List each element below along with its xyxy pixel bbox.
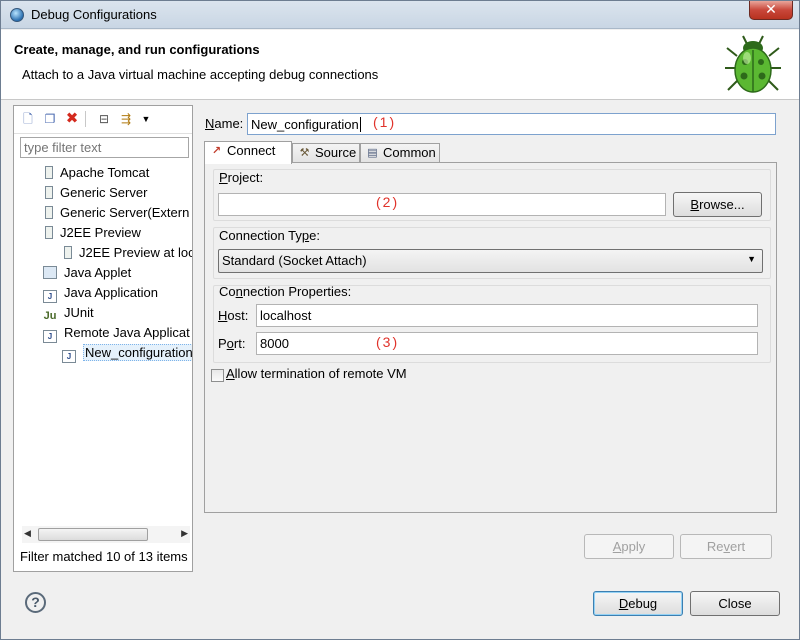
tree-item-junit[interactable]: Ju JUnit: [43, 303, 94, 323]
annotation-3: (3): [376, 334, 400, 350]
server-icon: [45, 226, 53, 239]
tree-item-j2ee-preview-at-localhost[interactable]: J2EE Preview at loc: [64, 243, 192, 263]
tree-item-generic-server[interactable]: Generic Server: [45, 183, 147, 203]
connect-tab-content: Project: (2) Browse... Connection Type: …: [204, 162, 777, 513]
tree-item-java-applet[interactable]: Java Applet: [43, 263, 131, 283]
server-icon: [45, 186, 53, 199]
configurations-panel: 🗋 ❐ ✖ ⊟ ⇶ ▼ Apache Tomcat Generic Server…: [13, 105, 193, 572]
bug-icon: [725, 35, 781, 93]
common-icon: ▤: [367, 147, 378, 159]
name-input[interactable]: New_configuration: [247, 113, 776, 135]
allow-termination-label: Allow termination of remote VM: [226, 366, 407, 381]
delete-icon[interactable]: ✖: [64, 111, 80, 127]
allow-termination-checkbox[interactable]: [211, 369, 224, 382]
header-subtitle: Attach to a Java virtual machine accepti…: [22, 67, 379, 82]
server-icon: [45, 166, 53, 179]
tab-bar: ↗ Connect ⚒ Source ▤ Common: [204, 141, 777, 164]
tree-item-apache-tomcat[interactable]: Apache Tomcat: [45, 163, 149, 183]
filter-input[interactable]: [20, 137, 189, 158]
header-title: Create, manage, and run configurations: [14, 42, 260, 57]
tree-item-java-application[interactable]: J Java Application: [43, 283, 158, 303]
new-launch-configuration-icon[interactable]: 🗋: [20, 111, 36, 127]
project-input[interactable]: [218, 193, 666, 216]
dialog-header: Create, manage, and run configurations A…: [1, 30, 799, 100]
apply-button[interactable]: Apply: [584, 534, 674, 559]
tab-source[interactable]: ⚒ Source: [292, 143, 360, 163]
connection-properties-label: Connection Properties:: [219, 284, 352, 299]
connect-icon: ↗: [211, 145, 222, 157]
browse-button[interactable]: Browse...: [673, 192, 762, 217]
configurations-toolbar: 🗋 ❐ ✖ ⊟ ⇶ ▼: [14, 106, 192, 134]
title-bar: Debug Configurations ✕: [1, 1, 799, 29]
port-label: Port:: [218, 336, 246, 351]
applet-icon: [43, 266, 57, 279]
project-label: Project:: [219, 170, 264, 185]
view-menu-icon[interactable]: ▼: [138, 111, 154, 127]
tab-common[interactable]: ▤ Common: [360, 143, 440, 163]
scroll-right-icon[interactable]: ▶: [181, 528, 188, 539]
window-title: Debug Configurations: [31, 7, 157, 22]
remote-config-icon: J: [62, 350, 76, 363]
tree-item-new-configuration[interactable]: J New_configuration: [62, 343, 192, 363]
window-close-button[interactable]: ✕: [749, 1, 793, 20]
eclipse-icon: [10, 8, 24, 22]
host-label: Host:: [218, 308, 249, 323]
debug-configurations-window: Debug Configurations ✕ Create, manage, a…: [0, 0, 800, 640]
configurations-tree: Apache Tomcat Generic Server Generic Ser…: [14, 163, 192, 523]
help-icon[interactable]: ?: [25, 592, 46, 613]
annotation-2: (2): [376, 194, 400, 210]
tree-item-j2ee-preview[interactable]: J2EE Preview: [45, 223, 141, 243]
close-button[interactable]: Close: [690, 591, 780, 616]
java-app-icon: J: [43, 290, 57, 303]
connection-type-label: Connection Type:: [219, 228, 320, 243]
revert-button[interactable]: Revert: [680, 534, 772, 559]
tab-connect[interactable]: ↗ Connect: [204, 141, 292, 164]
remote-java-icon: J: [43, 330, 57, 343]
tree-item-generic-server-external[interactable]: Generic Server(Extern: [45, 203, 189, 223]
scrollbar-thumb[interactable]: [38, 528, 148, 541]
server-icon: [45, 206, 53, 219]
name-value: New_configuration: [251, 117, 359, 132]
toolbar-separator: [85, 111, 86, 127]
debug-button[interactable]: Debug: [593, 591, 683, 616]
chevron-down-icon: ▼: [747, 254, 756, 264]
connection-type-value: Standard (Socket Attach): [222, 253, 367, 268]
horizontal-scrollbar[interactable]: ◀ ▶: [22, 526, 190, 543]
server-icon: [64, 246, 72, 259]
collapse-all-icon[interactable]: ⊟: [96, 111, 112, 127]
connection-type-select[interactable]: Standard (Socket Attach) ▼: [218, 249, 763, 273]
scroll-left-icon[interactable]: ◀: [24, 528, 31, 539]
annotation-1: (1): [373, 114, 397, 130]
text-caret: [359, 117, 361, 132]
filter-status: Filter matched 10 of 13 items: [20, 549, 188, 564]
duplicate-icon[interactable]: ❐: [42, 111, 58, 127]
filter-icon[interactable]: ⇶: [118, 111, 134, 127]
source-icon: ⚒: [299, 147, 310, 159]
name-label: Name:: [205, 116, 244, 131]
port-input[interactable]: 8000: [256, 332, 758, 355]
host-input[interactable]: localhost: [256, 304, 758, 327]
tree-item-remote-java-application[interactable]: J Remote Java Applicat: [43, 323, 190, 343]
